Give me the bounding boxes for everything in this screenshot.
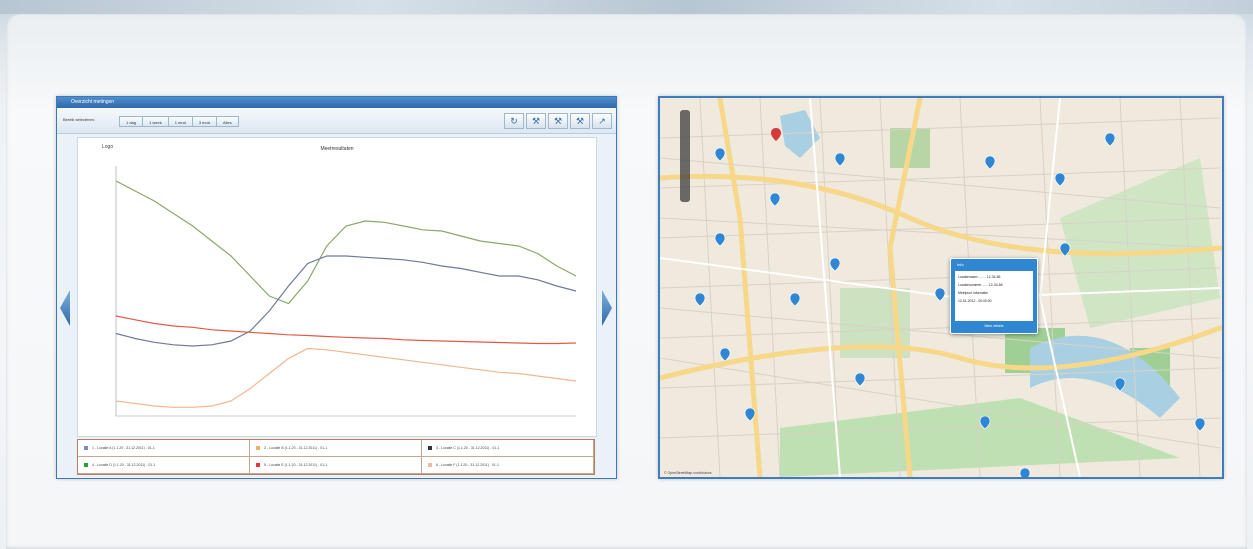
popup-row: Locatienummer ...... 12-34-56 [958, 283, 1003, 287]
wrench-icon[interactable]: ⚒ [548, 113, 568, 129]
chart-axes [115, 166, 576, 417]
legend-item[interactable]: 6 - Locatie F (1.1.20 - 31.12.2011) - 01… [422, 457, 594, 474]
popup-row: Meetpunt informatie [958, 291, 988, 295]
range-button-1d[interactable]: 1 dag [119, 116, 144, 127]
chart-toolbar: Bereik selecteren: 1 dag 1 week 1 mnd 3 … [57, 108, 616, 134]
legend-item[interactable]: 1 - Locatie A (1.1.20 - 31.12.2011) - 01… [78, 440, 250, 457]
range-button-1m[interactable]: 1 mnd [167, 116, 193, 127]
legend-label: 1 - Locatie A (1.1.20 - 31.12.2011) - 01… [92, 446, 155, 450]
popup-row: 12-01-2012 - 00:00:00 [958, 299, 992, 303]
map-popup[interactable]: Info Locatienaam ........ 12-34-56 Locat… [950, 258, 1038, 334]
series-line-1 [115, 180, 577, 305]
zoom-slider[interactable] [680, 110, 690, 202]
legend-label: 3 - Locatie C (1.1.20 - 31.12.2011) - 01… [436, 446, 500, 450]
popup-details-link[interactable]: Meer details [951, 324, 1037, 328]
chart-window-title: Overzicht metingen [57, 97, 616, 108]
legend-item[interactable]: 5 - Locatie E (1.1.20 - 31.12.2011) - 01… [250, 457, 422, 474]
series-line-4 [115, 347, 577, 408]
blue-marker-icon[interactable] [1019, 467, 1031, 477]
chart-legend: 1 - Locatie A (1.1.20 - 31.12.2011) - 01… [77, 439, 595, 475]
range-button-3m[interactable]: 3 mnd [191, 116, 217, 127]
legend-item[interactable]: 4 - Locatie D (1.1.20 - 31.12.2011) - 01… [78, 457, 250, 474]
legend-swatch [428, 463, 432, 467]
wrench-icon[interactable]: ⚒ [570, 113, 590, 129]
background-top-strip [0, 0, 1253, 14]
wrench-icon[interactable]: ⚒ [526, 113, 546, 129]
legend-swatch [84, 446, 88, 450]
popup-body: Locatienaam ........ 12-34-56 Locatienum… [955, 271, 1033, 321]
chart-window: Overzicht metingen Bereik selecteren: 1 … [56, 96, 617, 479]
map-tiles[interactable] [660, 98, 1222, 477]
legend-item[interactable]: 2 - Locatie B (1.1.20 - 31.12.2011) - 01… [250, 440, 422, 457]
popup-row: Locatienaam ........ 12-34-56 [958, 275, 1001, 279]
legend-item[interactable]: 3 - Locatie C (1.1.20 - 31.12.2011) - 01… [422, 440, 594, 457]
range-label: Bereik selecteren: [63, 117, 96, 122]
refresh-icon[interactable]: ↻ [504, 113, 524, 129]
popup-title: Info [957, 262, 964, 267]
tool-buttons: ↻ ⚒ ⚒ ⚒ ↗ [504, 113, 612, 129]
legend-swatch [84, 463, 88, 467]
legend-label: 4 - Locatie D (1.1.20 - 31.12.2011) - 01… [92, 463, 156, 467]
legend-label: 6 - Locatie F (1.1.20 - 31.12.2011) - 01… [436, 463, 499, 467]
legend-label: 2 - Locatie B (1.1.20 - 31.12.2011) - 01… [264, 446, 328, 450]
range-button-group: 1 dag 1 week 1 mnd 3 mnd Alles [119, 116, 239, 127]
range-button-1w[interactable]: 1 week [142, 116, 169, 127]
range-button-all[interactable]: Alles [215, 116, 239, 127]
plot-area: Logo Meetresultaten [77, 137, 597, 437]
series-line-3 [115, 315, 577, 345]
legend-label: 5 - Locatie E (1.1.20 - 31.12.2011) - 01… [264, 463, 328, 467]
line-chart [115, 166, 577, 417]
legend-swatch [428, 446, 432, 450]
plot-title: Meetresultaten [320, 146, 354, 152]
map-window[interactable]: Info Locatienaam ........ 12-34-56 Locat… [658, 96, 1224, 479]
legend-swatch [256, 463, 260, 467]
series-line-2 [115, 255, 577, 347]
legend-swatch [256, 446, 260, 450]
map-attribution: © OpenStreetMap contributors [664, 471, 712, 475]
chart-icon[interactable]: ↗ [592, 113, 612, 129]
